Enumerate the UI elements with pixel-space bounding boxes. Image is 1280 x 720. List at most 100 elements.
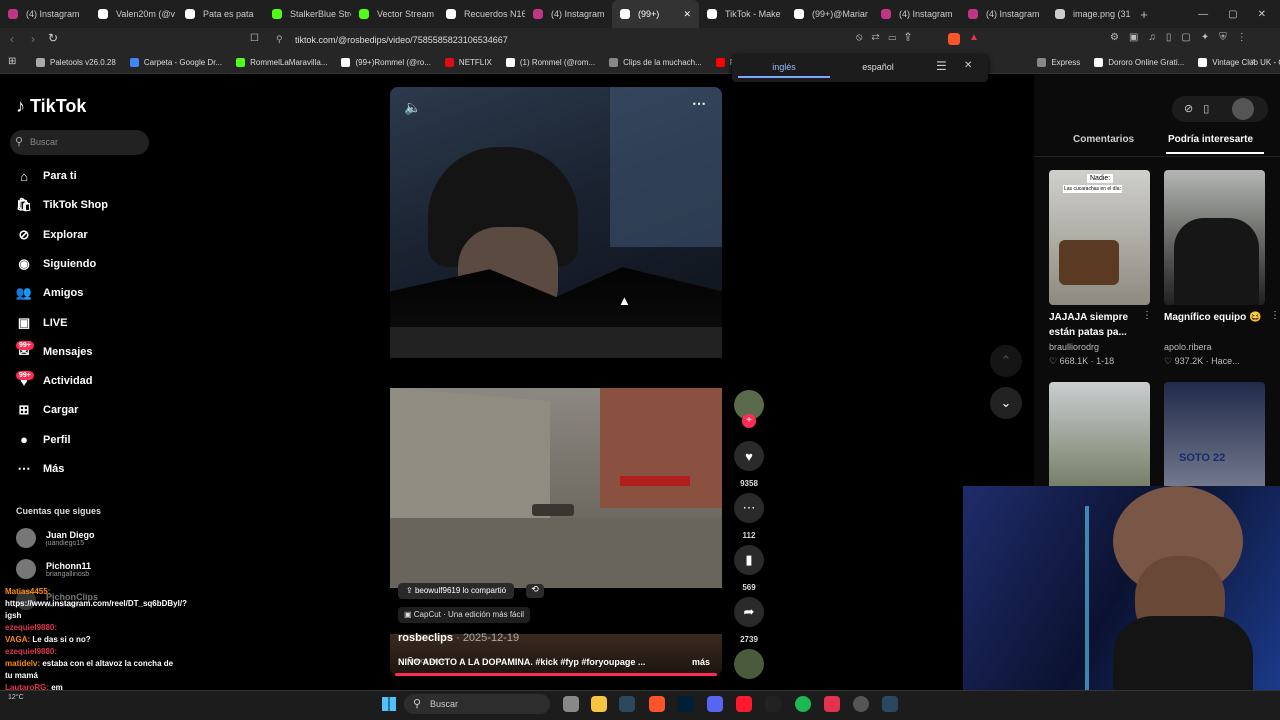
tiktok-logo[interactable]: ♪ TikTok bbox=[16, 96, 86, 117]
nav-home[interactable]: ⌂ Para ti bbox=[16, 168, 77, 184]
tab-10[interactable]: (4) Instagram bbox=[873, 0, 960, 28]
game-icon[interactable] bbox=[765, 696, 781, 712]
bookmark-item[interactable]: Dororo Online Grati... bbox=[1094, 58, 1184, 68]
card2-title[interactable]: Magnífico equipo 😆 bbox=[1164, 310, 1274, 325]
tab-3[interactable]: StalkerBlue Stre bbox=[264, 0, 351, 28]
translate-source-tab[interactable]: inglés bbox=[738, 54, 830, 78]
steam-icon[interactable] bbox=[619, 696, 635, 712]
follow-plus-icon[interactable]: + bbox=[742, 414, 756, 428]
nav-following[interactable]: ◉ Siguiendo bbox=[16, 256, 96, 272]
new-tab-button[interactable]: + bbox=[1134, 7, 1154, 22]
address-actions[interactable]: ⦸⇄▭⇪ bbox=[856, 32, 920, 43]
bookmark-item[interactable]: (99+)Rommel (@ro... bbox=[341, 58, 431, 68]
opera-icon[interactable] bbox=[736, 696, 752, 712]
bookmark-item[interactable]: (1) Rommel (@rom... bbox=[505, 58, 595, 68]
windows-start-icon[interactable] bbox=[382, 697, 396, 711]
nav-upload[interactable]: ⊞ Cargar bbox=[16, 402, 79, 418]
spotify-icon[interactable] bbox=[795, 696, 811, 712]
tab-2[interactable]: Pata es pata bbox=[177, 0, 264, 28]
photoshop-icon[interactable] bbox=[678, 696, 694, 712]
card1-author[interactable]: braulliorodrg bbox=[1049, 342, 1099, 352]
suggested-card-1[interactable]: Nadie: Las cucarachas en el día: bbox=[1049, 170, 1150, 305]
bookmark-item[interactable]: Vintage Club UK - O... bbox=[1198, 58, 1280, 68]
forward-icon[interactable]: › bbox=[31, 32, 35, 46]
minimize-icon[interactable]: — bbox=[1198, 9, 1208, 20]
tab-suggested[interactable]: Podría interesarte bbox=[1168, 134, 1253, 145]
file-explorer-icon[interactable] bbox=[591, 696, 607, 712]
maximize-icon[interactable]: ▢ bbox=[1228, 9, 1237, 20]
tab-8[interactable]: TikTok - Make bbox=[699, 0, 786, 28]
shared-by-chip[interactable]: ⇪ beowulf9619 lo compartió bbox=[398, 583, 515, 599]
translate-menu-icon[interactable]: ☰ bbox=[936, 59, 947, 73]
tab-comments[interactable]: Comentarios bbox=[1073, 134, 1134, 145]
card1-menu-icon[interactable]: ⋮ bbox=[1142, 310, 1152, 321]
more-options-icon[interactable]: ⋯ bbox=[692, 95, 706, 112]
tab-4[interactable]: Vector Stream bbox=[351, 0, 438, 28]
bookmark-item[interactable]: Carpeta - Google Dr... bbox=[129, 58, 222, 68]
device-icon[interactable]: ▯ bbox=[1203, 103, 1219, 115]
video-progress-bar[interactable] bbox=[395, 673, 717, 676]
tab-6[interactable]: (4) Instagram bbox=[525, 0, 612, 28]
bookmark-item[interactable]: Paletools v26.0.28 bbox=[36, 58, 116, 68]
search-input[interactable]: ⚲ Buscar bbox=[10, 130, 149, 155]
nav-friends[interactable]: 👥 Amigos bbox=[16, 285, 83, 301]
reload-icon[interactable]: ↻ bbox=[48, 31, 58, 45]
brave-icon[interactable] bbox=[649, 696, 665, 712]
card1-title[interactable]: JAJAJA siempre están patas pa... bbox=[1049, 310, 1144, 340]
save-button[interactable]: ▮ 569 bbox=[734, 545, 764, 592]
next-video-button[interactable]: ⌄ bbox=[990, 387, 1022, 419]
tab-12[interactable]: image.png (31 bbox=[1047, 0, 1134, 28]
back-icon[interactable]: ‹ bbox=[10, 32, 14, 46]
capcut-link[interactable]: ▣ CapCut · Una edición más fácil bbox=[398, 607, 531, 623]
video-author[interactable]: rosbeclips bbox=[398, 632, 453, 644]
apps-icon[interactable]: ⊞ bbox=[8, 56, 16, 67]
translate-target-tab[interactable]: español bbox=[832, 54, 924, 78]
author-avatar-button[interactable]: + bbox=[734, 390, 764, 428]
video-author-line[interactable]: rosbeclips · 2025-12-19 bbox=[398, 632, 519, 644]
bookmark-item[interactable]: RommelLaMaravilla... bbox=[236, 58, 327, 68]
card2-author[interactable]: apolo.ribera bbox=[1164, 342, 1212, 352]
close-window-icon[interactable]: ✕ bbox=[1258, 9, 1266, 20]
bookmark-item[interactable]: Express bbox=[1037, 58, 1080, 68]
steam-2-icon[interactable] bbox=[882, 696, 898, 712]
tab-5[interactable]: Recuerdos N16 bbox=[438, 0, 525, 28]
volume-icon[interactable]: 🔈 bbox=[404, 99, 421, 116]
close-tab-icon[interactable]: ✕ bbox=[683, 9, 691, 20]
extension-icons[interactable]: ⚙▣♫▯▢✦⛨⋮ bbox=[1110, 32, 1257, 43]
taskbar-search[interactable]: ⚲ Buscar bbox=[404, 694, 550, 714]
card2-menu-icon[interactable]: ⋮ bbox=[1270, 310, 1280, 321]
site-settings-icon[interactable]: ⚲ bbox=[276, 34, 283, 45]
previous-video-button[interactable]: ⌃ bbox=[990, 345, 1022, 377]
bookmark-icon[interactable]: ☐ bbox=[250, 33, 259, 44]
translate-close-icon[interactable]: ✕ bbox=[964, 60, 972, 71]
nav-shop[interactable]: 🛍 TikTok Shop bbox=[16, 197, 108, 213]
repost-icon[interactable]: ⟲ bbox=[526, 584, 544, 598]
bookmark-item[interactable]: Clips de la muchach... bbox=[609, 58, 702, 68]
tab-7[interactable]: (99+) ✕ bbox=[612, 0, 699, 28]
nav-profile[interactable]: ● Perfil bbox=[16, 432, 70, 448]
valorant-icon[interactable] bbox=[824, 696, 840, 712]
followed-account[interactable]: Pichonn11 briangallinosb bbox=[16, 559, 91, 579]
music-disc-button[interactable] bbox=[734, 649, 764, 679]
nav-live[interactable]: ▣ LIVE bbox=[16, 315, 68, 331]
discord-icon[interactable] bbox=[707, 696, 723, 712]
comment-button[interactable]: ⋯ 112 bbox=[734, 493, 764, 540]
followed-account[interactable]: Juan Diego juandiego15 bbox=[16, 528, 95, 548]
task-view-icon[interactable] bbox=[563, 696, 579, 712]
caption-more-link[interactable]: más bbox=[692, 657, 710, 667]
tab-9[interactable]: (99+)@Mariar bbox=[786, 0, 873, 28]
current-video[interactable] bbox=[390, 388, 722, 588]
suggested-card-2[interactable] bbox=[1164, 170, 1265, 305]
share-button[interactable]: ➦ 2739 bbox=[734, 597, 764, 644]
brave-shield-icon[interactable] bbox=[948, 33, 960, 45]
bookmark-item[interactable]: NETFLIX bbox=[444, 58, 492, 68]
obs-icon[interactable] bbox=[853, 696, 869, 712]
user-avatar[interactable] bbox=[1232, 98, 1254, 120]
tab-11[interactable]: (4) Instagram bbox=[960, 0, 1047, 28]
more-bookmarks-icon[interactable]: » bbox=[1250, 56, 1256, 67]
nav-more[interactable]: ⋯ Más bbox=[16, 461, 65, 477]
nav-explore[interactable]: ⊘ Explorar bbox=[16, 227, 88, 243]
like-button[interactable]: ♥ 9358 bbox=[734, 441, 764, 488]
weather-widget[interactable]: 12°C bbox=[8, 694, 24, 701]
tab-0[interactable]: (4) Instagram bbox=[0, 0, 90, 28]
